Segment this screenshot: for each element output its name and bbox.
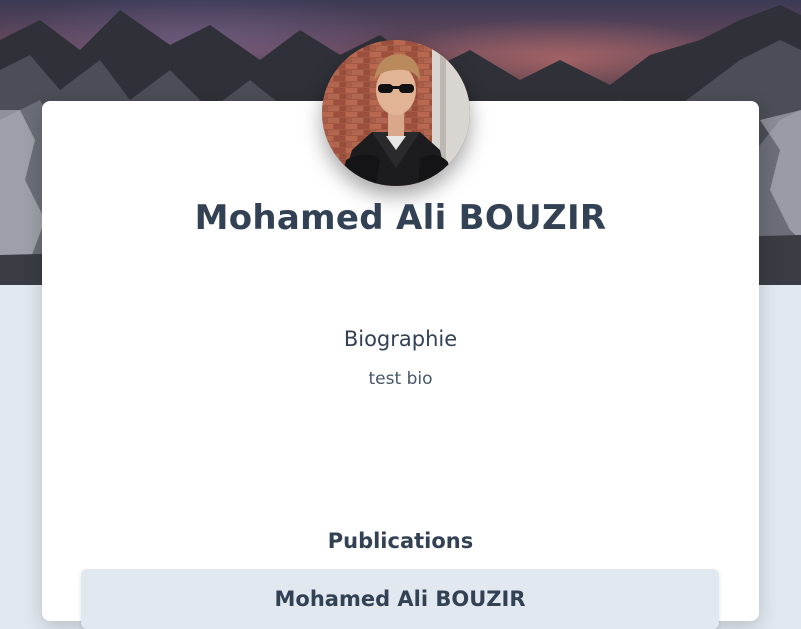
publication-author: Mohamed Ali BOUZIR — [274, 587, 526, 611]
user-avatar-icon — [322, 40, 470, 186]
publication-item[interactable]: Mohamed Ali BOUZIR — [81, 569, 719, 629]
avatar — [322, 40, 470, 186]
biography-heading: Biographie — [343, 327, 458, 351]
biography-text: test bio — [368, 369, 433, 389]
profile-name: Mohamed Ali BOUZIR — [194, 198, 607, 238]
publications-heading: Publications — [327, 529, 474, 553]
